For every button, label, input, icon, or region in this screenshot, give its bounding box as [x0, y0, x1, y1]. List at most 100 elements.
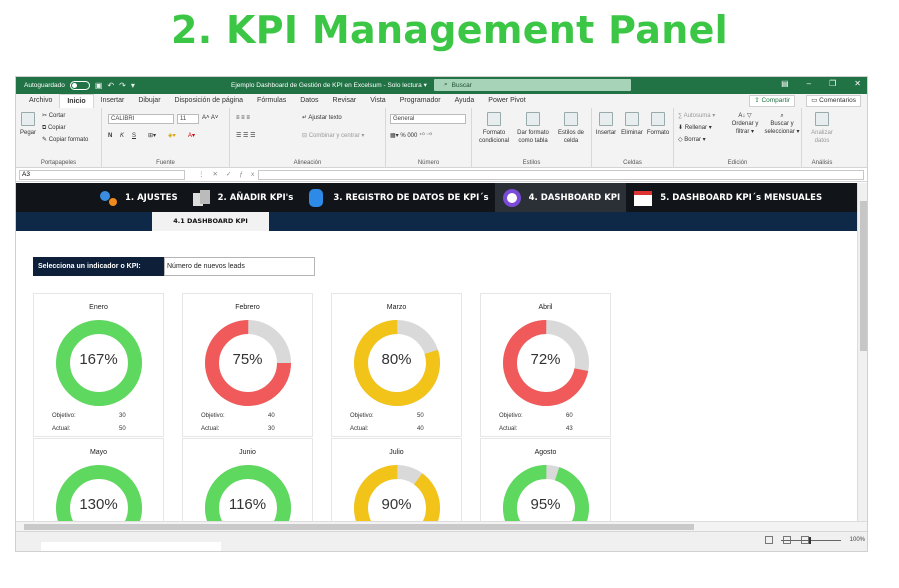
- actual-label: Actual:: [499, 426, 518, 432]
- borders-icon[interactable]: ⊞▾: [148, 132, 156, 140]
- comments-button[interactable]: ▭ Comentarios: [806, 95, 861, 107]
- menu-item-3[interactable]: Dibujar: [131, 94, 167, 108]
- dashboard-nav: 1. AJUSTES 2. AÑADIR KPI's 3. REGISTRO DE …: [16, 183, 857, 212]
- menu-item-4[interactable]: Disposición de página: [168, 94, 251, 108]
- autosave-toggle[interactable]: [69, 81, 90, 90]
- alignment-label: Alineación: [293, 160, 322, 166]
- ribbon-display-icon[interactable]: ▤: [781, 79, 789, 88]
- database-icon: [309, 188, 324, 207]
- analyze-icon: [815, 112, 829, 126]
- vertical-scrollbar[interactable]: [857, 183, 867, 521]
- menu-item-5[interactable]: Fórmulas: [250, 94, 293, 108]
- underline-button[interactable]: S: [132, 132, 136, 140]
- kpi-card: Junio 116%: [182, 438, 313, 521]
- menu-item-8[interactable]: Vista: [363, 94, 392, 108]
- nav-tab-5[interactable]: 5. DASHBOARD KPI´s MENSUALES: [626, 183, 828, 212]
- align-left-icon[interactable]: ☰ ☰ ☰: [236, 132, 255, 140]
- close-icon[interactable]: ✕: [854, 79, 861, 88]
- paste-button[interactable]: Pegar: [20, 112, 36, 137]
- card-percentage: 72%: [530, 351, 561, 368]
- kpi-card: Enero 167% Objetivo: 30 Actual: 50: [33, 293, 164, 437]
- objective-label: Objetivo:: [350, 413, 374, 419]
- format-cells-button[interactable]: Formato: [646, 112, 670, 137]
- nav-tab-3[interactable]: 3. REGISTRO DE DATOS DE KPI´s: [299, 183, 494, 212]
- delete-cells-button[interactable]: Eliminar: [620, 112, 644, 137]
- wrap-text-button[interactable]: ↵ Ajustar texto: [302, 114, 342, 122]
- format-as-table-button[interactable]: Dar formato como tabla: [514, 112, 552, 145]
- analysis-label: Análisis: [811, 160, 833, 166]
- card-percentage: 167%: [79, 351, 118, 368]
- menu-item-0[interactable]: Archivo: [22, 94, 59, 108]
- calendar-icon: [634, 190, 653, 206]
- conditional-format-button[interactable]: Formato condicional: [476, 112, 512, 145]
- card-month: Marzo: [386, 304, 407, 311]
- nav-tab-2[interactable]: 2. AÑADIR KPI's: [184, 183, 300, 212]
- nav-tab-label: 1. AJUSTES: [125, 192, 178, 203]
- copy-button[interactable]: ⧉ Copiar: [42, 124, 66, 132]
- autosum-button[interactable]: ∑ Autosuma ▾: [678, 112, 715, 120]
- font-name-select[interactable]: CALIBRI: [108, 114, 174, 124]
- maximize-icon[interactable]: ❐: [829, 79, 836, 88]
- objective-value: 30: [119, 413, 126, 419]
- normal-view-icon[interactable]: [765, 536, 773, 544]
- find-select-button[interactable]: ⌕ Buscar y seleccionar ▾: [764, 112, 800, 136]
- horizontal-scrollbar[interactable]: [16, 521, 867, 531]
- gears-icon: [100, 190, 117, 206]
- sheet-tab-area[interactable]: [41, 542, 221, 551]
- cut-button[interactable]: ✂ Cortar: [42, 112, 65, 120]
- clear-button[interactable]: ◇ Borrar ▾: [678, 136, 706, 144]
- minimize-icon[interactable]: –: [807, 79, 811, 88]
- insert-icon: [599, 112, 613, 126]
- sort-filter-button[interactable]: A↓ ▽ Ordenar y filtrar ▾: [728, 112, 762, 136]
- formula-input[interactable]: [258, 170, 864, 180]
- analyze-data-button[interactable]: Analizar datos: [806, 112, 838, 145]
- magnifier-icon: ⌕: [780, 113, 784, 119]
- subtab-dashboard[interactable]: 4.1 DASHBOARD KPI: [152, 212, 269, 231]
- currency-icon[interactable]: ▦▾ % 000 ⁺⁰ ⁻⁰: [390, 132, 432, 140]
- save-icon[interactable]: ▣: [95, 81, 103, 90]
- menu-item-11[interactable]: Power Pivot: [481, 94, 532, 108]
- card-percentage: 95%: [530, 496, 561, 513]
- fill-button[interactable]: ⬇ Rellenar ▾: [678, 124, 712, 132]
- name-box[interactable]: A3: [19, 170, 185, 180]
- fill-color-icon[interactable]: ◈▾: [168, 132, 176, 140]
- font-color-icon[interactable]: A▾: [188, 132, 195, 140]
- search-box[interactable]: ⌕ Buscar: [434, 79, 631, 91]
- align-top-icon[interactable]: ≡ ≡ ≡: [236, 114, 250, 122]
- menu-item-10[interactable]: Ayuda: [448, 94, 482, 108]
- zoom-slider[interactable]: [781, 537, 841, 544]
- search-icon: ⌕: [444, 81, 448, 88]
- format-painter-button[interactable]: ✎ Copiar formato: [42, 136, 88, 144]
- fx-icon[interactable]: ⋮✕✓ƒx: [198, 170, 262, 178]
- nav-tab-1[interactable]: 1. AJUSTES: [91, 183, 184, 212]
- redo-icon[interactable]: ↷: [119, 81, 126, 90]
- card-percentage: 130%: [79, 496, 118, 513]
- menu-item-2[interactable]: Insertar: [94, 94, 132, 108]
- kpi-selector-label: Selecciona un indicador o KPI:: [33, 257, 164, 276]
- merge-center-button[interactable]: ⊟ Combinar y centrar ▾: [302, 132, 364, 140]
- menu-item-7[interactable]: Revisar: [326, 94, 364, 108]
- bold-button[interactable]: N: [108, 132, 112, 140]
- menu-item-9[interactable]: Programador: [393, 94, 448, 108]
- undo-icon[interactable]: ↶: [107, 81, 114, 90]
- number-format-select[interactable]: General: [390, 114, 466, 124]
- menu-item-1[interactable]: Inicio: [59, 94, 94, 108]
- share-button[interactable]: ⇪ Compartir: [749, 95, 795, 107]
- customize-quick-access-icon[interactable]: ▾: [131, 81, 135, 90]
- format-icon: [651, 112, 665, 126]
- menu-item-6[interactable]: Datos: [293, 94, 325, 108]
- kpi-selector-input[interactable]: Número de nuevos leads: [164, 257, 315, 276]
- objective-value: 60: [566, 413, 573, 419]
- sub-nav: 4.1 DASHBOARD KPI: [16, 212, 857, 231]
- nav-tab-4[interactable]: 4. DASHBOARD KPI: [494, 183, 627, 212]
- ribbon: Pegar ✂ Cortar ⧉ Copiar ✎ Copiar formato…: [16, 108, 867, 168]
- cell-styles-button[interactable]: Estilos de celda: [554, 112, 588, 145]
- italic-button[interactable]: K: [120, 132, 124, 140]
- brush-icon: ✎: [42, 137, 48, 143]
- font-grow-button[interactable]: A˄ A˅: [202, 114, 218, 122]
- insert-cells-button[interactable]: Insertar: [594, 112, 618, 137]
- page-heading: 2. KPI Management Panel: [171, 8, 728, 52]
- card-month: Abril: [538, 304, 553, 311]
- autosave-label: Autoguardado: [24, 82, 65, 89]
- font-size-select[interactable]: 11: [177, 114, 199, 124]
